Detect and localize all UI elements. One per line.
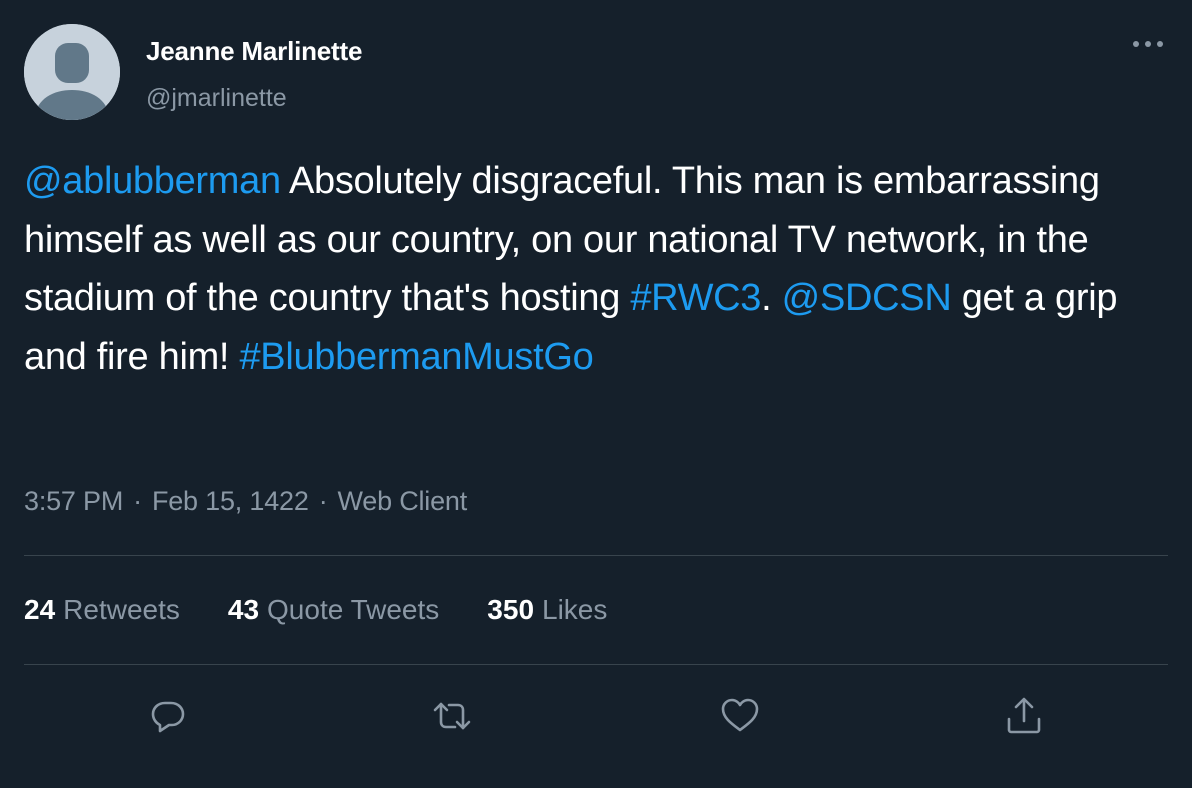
likes-label: Likes	[542, 594, 608, 625]
more-horizontal-icon	[1133, 41, 1163, 47]
share-icon	[1007, 697, 1041, 734]
hashtag-link[interactable]: #RWC3	[630, 277, 761, 319]
divider	[24, 555, 1168, 556]
retweets-label: Retweets	[63, 594, 180, 625]
tweet-source[interactable]: Web Client	[337, 486, 467, 516]
mention-link[interactable]: @SDCSN	[782, 277, 952, 319]
quote-tweets-label: Quote Tweets	[267, 594, 440, 625]
avatar[interactable]	[24, 24, 120, 120]
tweet-text: @ablubberman Absolutely disgraceful. Thi…	[24, 152, 1174, 386]
retweet-button[interactable]	[430, 694, 474, 738]
meta-separator: ·	[133, 486, 142, 516]
default-profile-icon	[24, 24, 120, 120]
quote-tweets-count: 43	[227, 594, 260, 625]
author-handle[interactable]: @jmarlinette	[146, 84, 287, 113]
mention-link[interactable]: @ablubberman	[24, 160, 281, 202]
author-display-name[interactable]: Jeanne Marlinette	[146, 36, 362, 67]
tweet-time[interactable]: 3:57 PM	[24, 486, 123, 516]
retweet-icon	[433, 702, 471, 730]
more-options-button[interactable]	[1128, 30, 1168, 58]
retweets-count: 24	[24, 594, 56, 625]
heart-icon	[721, 698, 759, 732]
meta-separator: ·	[318, 486, 328, 516]
tweet-date[interactable]: Feb 15, 1422	[152, 486, 309, 516]
reply-icon	[151, 701, 185, 733]
retweets-stat[interactable]: 24 Retweets	[24, 594, 180, 626]
engagement-stats: 24 Retweets 43 Quote Tweets 350 Likes	[24, 594, 655, 626]
hashtag-link[interactable]: #BlubbermanMustGo	[239, 336, 593, 378]
tweet-detail: Jeanne Marlinette @jmarlinette @ablubber…	[0, 0, 1192, 788]
like-button[interactable]	[718, 694, 762, 738]
tweet-text-segment: .	[761, 277, 782, 319]
reply-button[interactable]	[146, 694, 190, 738]
likes-stat[interactable]: 350 Likes	[487, 594, 607, 626]
share-button[interactable]	[1002, 694, 1046, 738]
tweet-meta: 3:57 PM · Feb 15, 1422 · Web Client	[24, 486, 467, 517]
divider	[24, 664, 1168, 665]
likes-count: 350	[487, 594, 535, 625]
quote-tweets-stat[interactable]: 43 Quote Tweets	[228, 594, 439, 626]
